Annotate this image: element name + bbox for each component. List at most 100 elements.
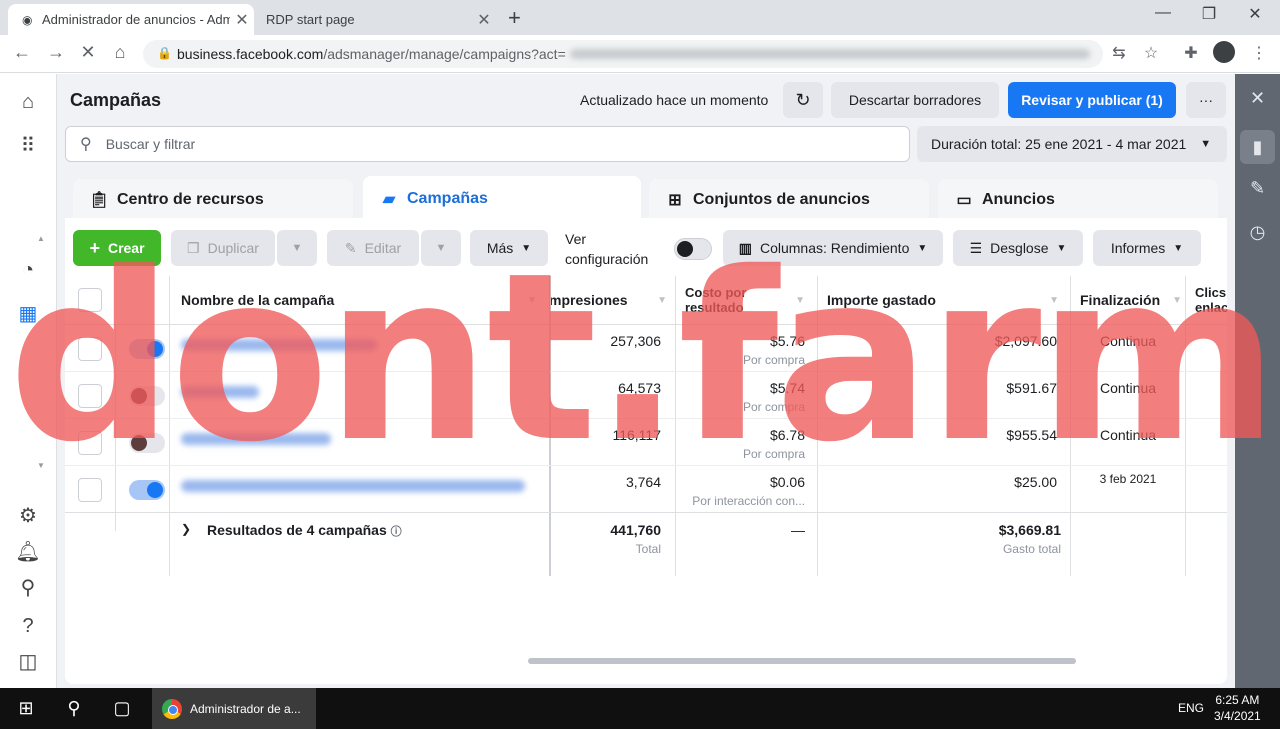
chevron-down-icon: ▼ [1056, 242, 1067, 254]
breakdown-icon: ☰ [969, 239, 983, 256]
tab-campaigns[interactable]: ▰ Campañas [363, 176, 641, 221]
profile-avatar-icon[interactable] [1213, 41, 1235, 63]
view-settings-label: Ver configuración [565, 229, 648, 269]
breakdown-button[interactable]: ☰ Desglose ▼ [953, 230, 1083, 266]
address-bar[interactable]: 🔒 business.facebook.com /adsmanager/mana… [143, 40, 1103, 68]
maximize-button[interactable]: ❐ [1194, 4, 1224, 24]
more-label: Más [486, 240, 514, 256]
pencil-icon[interactable]: ✎ [1235, 178, 1280, 199]
minimize-button[interactable]: — [1148, 4, 1178, 22]
close-tab-icon[interactable]: ✕ [230, 10, 254, 30]
system-clock[interactable]: 6:25 AM 3/4/2021 [1214, 692, 1261, 724]
chart-icon[interactable]: ▮ [1240, 130, 1275, 164]
clock-icon[interactable]: ◷ [1235, 222, 1280, 243]
edit-button[interactable]: ✎ Editar [327, 230, 419, 266]
row-checkbox[interactable] [78, 337, 102, 361]
tab-ads[interactable]: ▭ Anuncios [938, 179, 1218, 221]
star-icon[interactable]: ☆ [1140, 43, 1162, 63]
select-all-checkbox[interactable] [78, 288, 102, 312]
toggle-knob [131, 388, 147, 404]
close-icon[interactable]: ✕ [1235, 88, 1280, 109]
settings-gear-icon[interactable]: ⚙ [14, 502, 42, 530]
discard-drafts-button[interactable]: Descartar borradores [831, 82, 999, 118]
apps-grid-icon[interactable]: ⠿ [14, 132, 42, 160]
table-row[interactable]: 257,306 $5.76 Por compra $2,097.60 Conti… [65, 325, 1227, 372]
close-window-button[interactable]: ✕ [1240, 4, 1270, 24]
search-filter-input[interactable]: ⚲ Buscar y filtrar [65, 126, 910, 162]
table-row[interactable]: 3,764 $0.06 Por interacción con... $25.0… [65, 466, 1227, 513]
scroll-down-icon[interactable]: ▼ [37, 461, 45, 470]
spent-value: $25.00 [1014, 474, 1057, 490]
clock-time: 6:25 AM [1215, 693, 1260, 707]
tab-ad-sets[interactable]: ⊞ Conjuntos de anuncios [649, 179, 929, 221]
help-icon[interactable]: ? [14, 612, 42, 640]
task-view-icon[interactable]: ▢ [110, 698, 134, 719]
expand-chevron-icon[interactable]: ❯ [181, 522, 191, 536]
campaign-toggle[interactable] [129, 480, 165, 500]
view-settings-toggle[interactable] [674, 238, 712, 260]
duplicate-button[interactable]: ❐ Duplicar [171, 230, 275, 266]
panel-toggle-icon[interactable]: ◫ [14, 648, 42, 676]
info-icon[interactable]: ⓘ [391, 526, 402, 538]
notifications-bell-icon[interactable]: 🔔︎ [14, 538, 42, 566]
browser-toolbar: ← → ✕ ⌂ 🔒 business.facebook.com /adsmana… [0, 35, 1280, 73]
scroll-up-icon[interactable]: ▲ [37, 234, 45, 243]
more-options-button[interactable]: ··· [1186, 82, 1226, 118]
toggle-knob [147, 341, 163, 357]
home-icon[interactable]: ⌂ [14, 88, 42, 116]
tab-resource-center[interactable]: 📋︎ Centro de recursos [73, 179, 353, 221]
right-side-panel: ✕ ▮ ✎ ◷ [1235, 74, 1280, 688]
extensions-icon[interactable]: ✚ [1180, 43, 1202, 63]
date-range-picker[interactable]: Duración total: 25 ene 2021 - 4 mar 2021… [917, 126, 1227, 162]
search-icon[interactable]: ⚲ [14, 574, 42, 602]
taskbar-chrome-app[interactable]: Administrador de a... [152, 688, 316, 729]
campaign-toggle[interactable] [129, 386, 165, 406]
translate-icon[interactable]: ⇆ [1108, 43, 1130, 63]
col-impressions[interactable]: mpresiones ▼ [549, 276, 675, 325]
duplicate-dropdown[interactable]: ▼ [277, 230, 317, 266]
campaign-name-redacted[interactable] [181, 433, 331, 445]
campaign-name-redacted[interactable] [181, 480, 525, 492]
table-row[interactable]: 116,117 $6.78 Por compra $955.54 Continu… [65, 419, 1227, 466]
home-icon[interactable]: ⌂ [108, 42, 132, 63]
browser-tab-rdp[interactable]: RDP start page ✕ [256, 4, 496, 35]
col-amount-spent[interactable]: Importe gastado ▼ [827, 276, 1067, 325]
browser-tab-adsmanager[interactable]: ◉ Administrador de anuncios - Adm ✕ [8, 4, 254, 35]
rail-scrollbar[interactable]: ▲ ▼ [37, 234, 45, 474]
campaign-toggle[interactable] [129, 339, 165, 359]
col-link-clicks[interactable]: Clics enlac [1195, 276, 1227, 325]
row-checkbox[interactable] [78, 384, 102, 408]
language-indicator[interactable]: ENG [1178, 701, 1204, 715]
search-icon[interactable]: ⚲ [62, 698, 86, 719]
stop-icon[interactable]: ✕ [76, 42, 100, 63]
row-checkbox[interactable] [78, 478, 102, 502]
forward-icon[interactable]: → [44, 42, 68, 63]
close-tab-icon[interactable]: ✕ [472, 10, 496, 30]
reports-button[interactable]: Informes ▼ [1093, 230, 1201, 266]
campaign-toggle[interactable] [129, 433, 165, 453]
more-button[interactable]: Más ▼ [470, 230, 548, 266]
menu-dots-icon[interactable]: ⋮ [1248, 43, 1270, 63]
spent-value: $591.67 [1006, 380, 1057, 396]
create-button[interactable]: + Crear [73, 230, 161, 266]
campaign-name-redacted[interactable] [181, 386, 259, 398]
review-publish-button[interactable]: Revisar y publicar (1) [1008, 82, 1176, 118]
campaigns-card: + Crear ❐ Duplicar ▼ ✎ Editar ▼ Más ▼ Ve… [65, 218, 1227, 684]
sort-icon: ▼ [795, 294, 805, 306]
new-tab-button[interactable]: + [508, 5, 521, 31]
campaign-name-redacted[interactable] [181, 339, 377, 351]
chevron-down-icon: ▼ [521, 242, 532, 254]
col-cost-per-result[interactable]: Costo por resultado ▼ [685, 276, 813, 325]
columns-button[interactable]: ▥ Columnas: Rendimiento ▼ [723, 230, 943, 266]
horizontal-scrollbar[interactable] [528, 658, 1076, 664]
edit-dropdown[interactable]: ▼ [421, 230, 461, 266]
table-row[interactable]: 64,573 $5.74 Por compra $591.67 Continua [65, 372, 1227, 419]
windows-start-icon[interactable]: ⊞ [14, 698, 38, 719]
col-campaign-name[interactable]: Nombre de la campaña ▼ [179, 276, 549, 325]
back-icon[interactable]: ← [10, 42, 34, 63]
refresh-button[interactable]: ↻ [783, 82, 823, 118]
clock-date: 3/4/2021 [1214, 709, 1261, 723]
view-settings-line1: Ver [565, 231, 587, 247]
row-checkbox[interactable] [78, 431, 102, 455]
col-end[interactable]: Finalización ▼ [1080, 276, 1186, 325]
